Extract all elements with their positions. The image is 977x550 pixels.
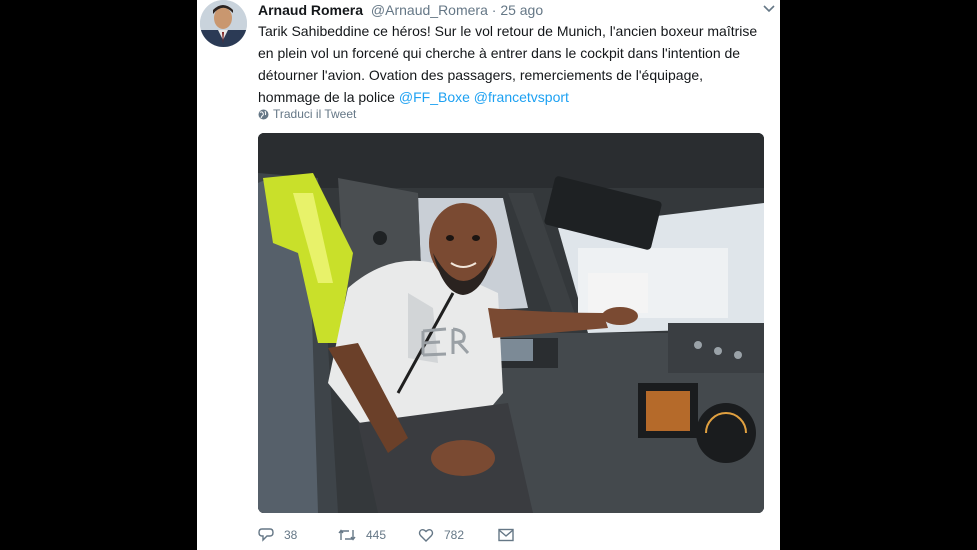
chevron-down-icon[interactable] [762,2,776,16]
tweet-actions: 38 445 782 [258,527,514,543]
timestamp[interactable]: 25 ago [500,2,543,18]
tweet-photo[interactable] [258,133,764,513]
tweet-card: Arnaud Romera @Arnaud_Romera · 25 ago Ta… [197,0,780,550]
retweet-count: 445 [366,528,387,542]
like-action[interactable]: 782 [418,527,498,543]
tweet-text: Tarik Sahibeddine ce héros! Sur le vol r… [258,20,763,108]
reply-count: 38 [284,528,298,542]
retweet-action[interactable]: 445 [338,527,418,543]
heart-icon [418,529,434,542]
dm-action[interactable] [498,528,514,542]
translate-link[interactable]: Traduci il Tweet [258,107,356,121]
retweet-icon [338,529,356,541]
translate-label: Traduci il Tweet [273,107,357,121]
like-count: 782 [444,528,465,542]
envelope-icon [498,528,514,542]
separator-dot: · [491,2,497,18]
mention-francetvsport[interactable]: @francetvsport [474,89,569,105]
tweet-header: Arnaud Romera @Arnaud_Romera · 25 ago [258,2,766,20]
reply-action[interactable]: 38 [258,527,338,543]
globe-icon [258,109,269,119]
reply-icon [258,528,274,542]
mention-ff-boxe[interactable]: @FF_Boxe [399,89,470,105]
author-name[interactable]: Arnaud Romera [258,2,363,18]
author-handle[interactable]: @Arnaud_Romera [371,2,488,18]
avatar[interactable] [200,0,247,47]
